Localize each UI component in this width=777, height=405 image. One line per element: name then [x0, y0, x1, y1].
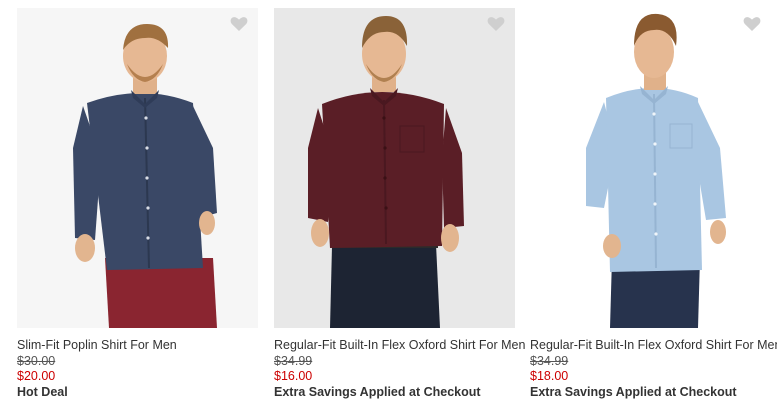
product-card[interactable]: Regular-Fit Built-In Flex Oxford Shirt F… — [274, 8, 525, 403]
product-name[interactable]: Regular-Fit Built-In Flex Oxford Shirt F… — [274, 338, 525, 353]
original-price: $34.99 — [530, 354, 569, 368]
product-image[interactable] — [17, 8, 258, 328]
sale-price: $16.00 — [274, 369, 313, 383]
heart-icon[interactable] — [487, 16, 505, 32]
promo-label: Extra Savings Applied at Checkout — [530, 385, 737, 399]
promo-label: Hot Deal — [17, 385, 68, 399]
product-info: Slim-Fit Poplin Shirt For Men $30.00 $20… — [17, 338, 267, 400]
sale-price: $20.00 — [17, 369, 56, 383]
product-card[interactable]: Slim-Fit Poplin Shirt For Men $30.00 $20… — [17, 8, 258, 403]
model-photo — [73, 24, 217, 328]
model-photo — [308, 16, 464, 328]
product-card[interactable]: Regular-Fit Built-In Flex Oxford Shirt F… — [530, 8, 777, 403]
heart-icon[interactable] — [743, 16, 761, 32]
original-price: $34.99 — [274, 354, 313, 368]
model-photo — [586, 13, 726, 328]
product-image[interactable] — [274, 8, 515, 328]
product-name[interactable]: Regular-Fit Built-In Flex Oxford Shirt F… — [530, 338, 777, 353]
product-grid: Slim-Fit Poplin Shirt For Men $30.00 $20… — [0, 0, 777, 405]
product-info: Regular-Fit Built-In Flex Oxford Shirt F… — [274, 338, 525, 400]
product-name[interactable]: Slim-Fit Poplin Shirt For Men — [17, 338, 267, 353]
original-price: $30.00 — [17, 354, 56, 368]
promo-label: Extra Savings Applied at Checkout — [274, 385, 481, 399]
product-info: Regular-Fit Built-In Flex Oxford Shirt F… — [530, 338, 777, 400]
sale-price: $18.00 — [530, 369, 569, 383]
product-image[interactable] — [530, 8, 771, 328]
heart-icon[interactable] — [230, 16, 248, 32]
